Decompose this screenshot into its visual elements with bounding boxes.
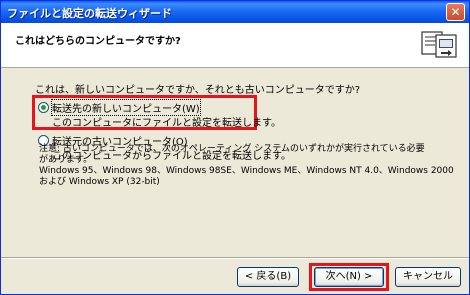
close-icon: ✕ xyxy=(450,5,461,19)
note-line: および Windows XP (32-bit) xyxy=(39,177,160,187)
close-button[interactable]: ✕ xyxy=(446,3,465,21)
wizard-header: これはどちらのコンピュータですか? xyxy=(1,23,469,68)
radio-selected-dot xyxy=(41,105,46,110)
window-title: ファイルと設定の転送ウィザード xyxy=(7,7,172,20)
title-bar[interactable]: ファイルと設定の転送ウィザード ✕ xyxy=(1,1,469,23)
cancel-button[interactable]: キャンセル xyxy=(395,267,461,287)
note-line: があります。 xyxy=(39,155,93,165)
option-new-computer-description: このコンピュータにファイルと設定を転送します。 xyxy=(52,118,281,129)
radio-new-computer[interactable] xyxy=(38,102,49,113)
note-line: Windows 95、Windows 98、Windows 98SE、Windo… xyxy=(39,166,454,176)
back-button[interactable]: < 戻る(B) xyxy=(237,267,299,287)
footer-divider xyxy=(1,257,469,259)
next-button[interactable]: 次へ(N) > xyxy=(314,267,384,287)
os-requirement-note: 注意: 古いコンピュータでは、次のオペレーティング システムのいずれかが実行され… xyxy=(39,144,454,188)
transfer-wizard-icon xyxy=(421,31,457,58)
wizard-window: ファイルと設定の転送ウィザード ✕ これはどちらのコンピュータですか? これは、… xyxy=(0,0,470,295)
option-new-computer-label[interactable]: 転送先の新しいコンピュータ(W) xyxy=(51,99,201,116)
page-heading: これはどちらのコンピュータですか? xyxy=(15,36,181,47)
note-line: 注意: 古いコンピュータでは、次のオペレーティング システムのいずれかが実行され… xyxy=(39,144,425,154)
question-text: これは、新しいコンピュータですか、それとも古いコンピュータですか? xyxy=(35,85,361,96)
